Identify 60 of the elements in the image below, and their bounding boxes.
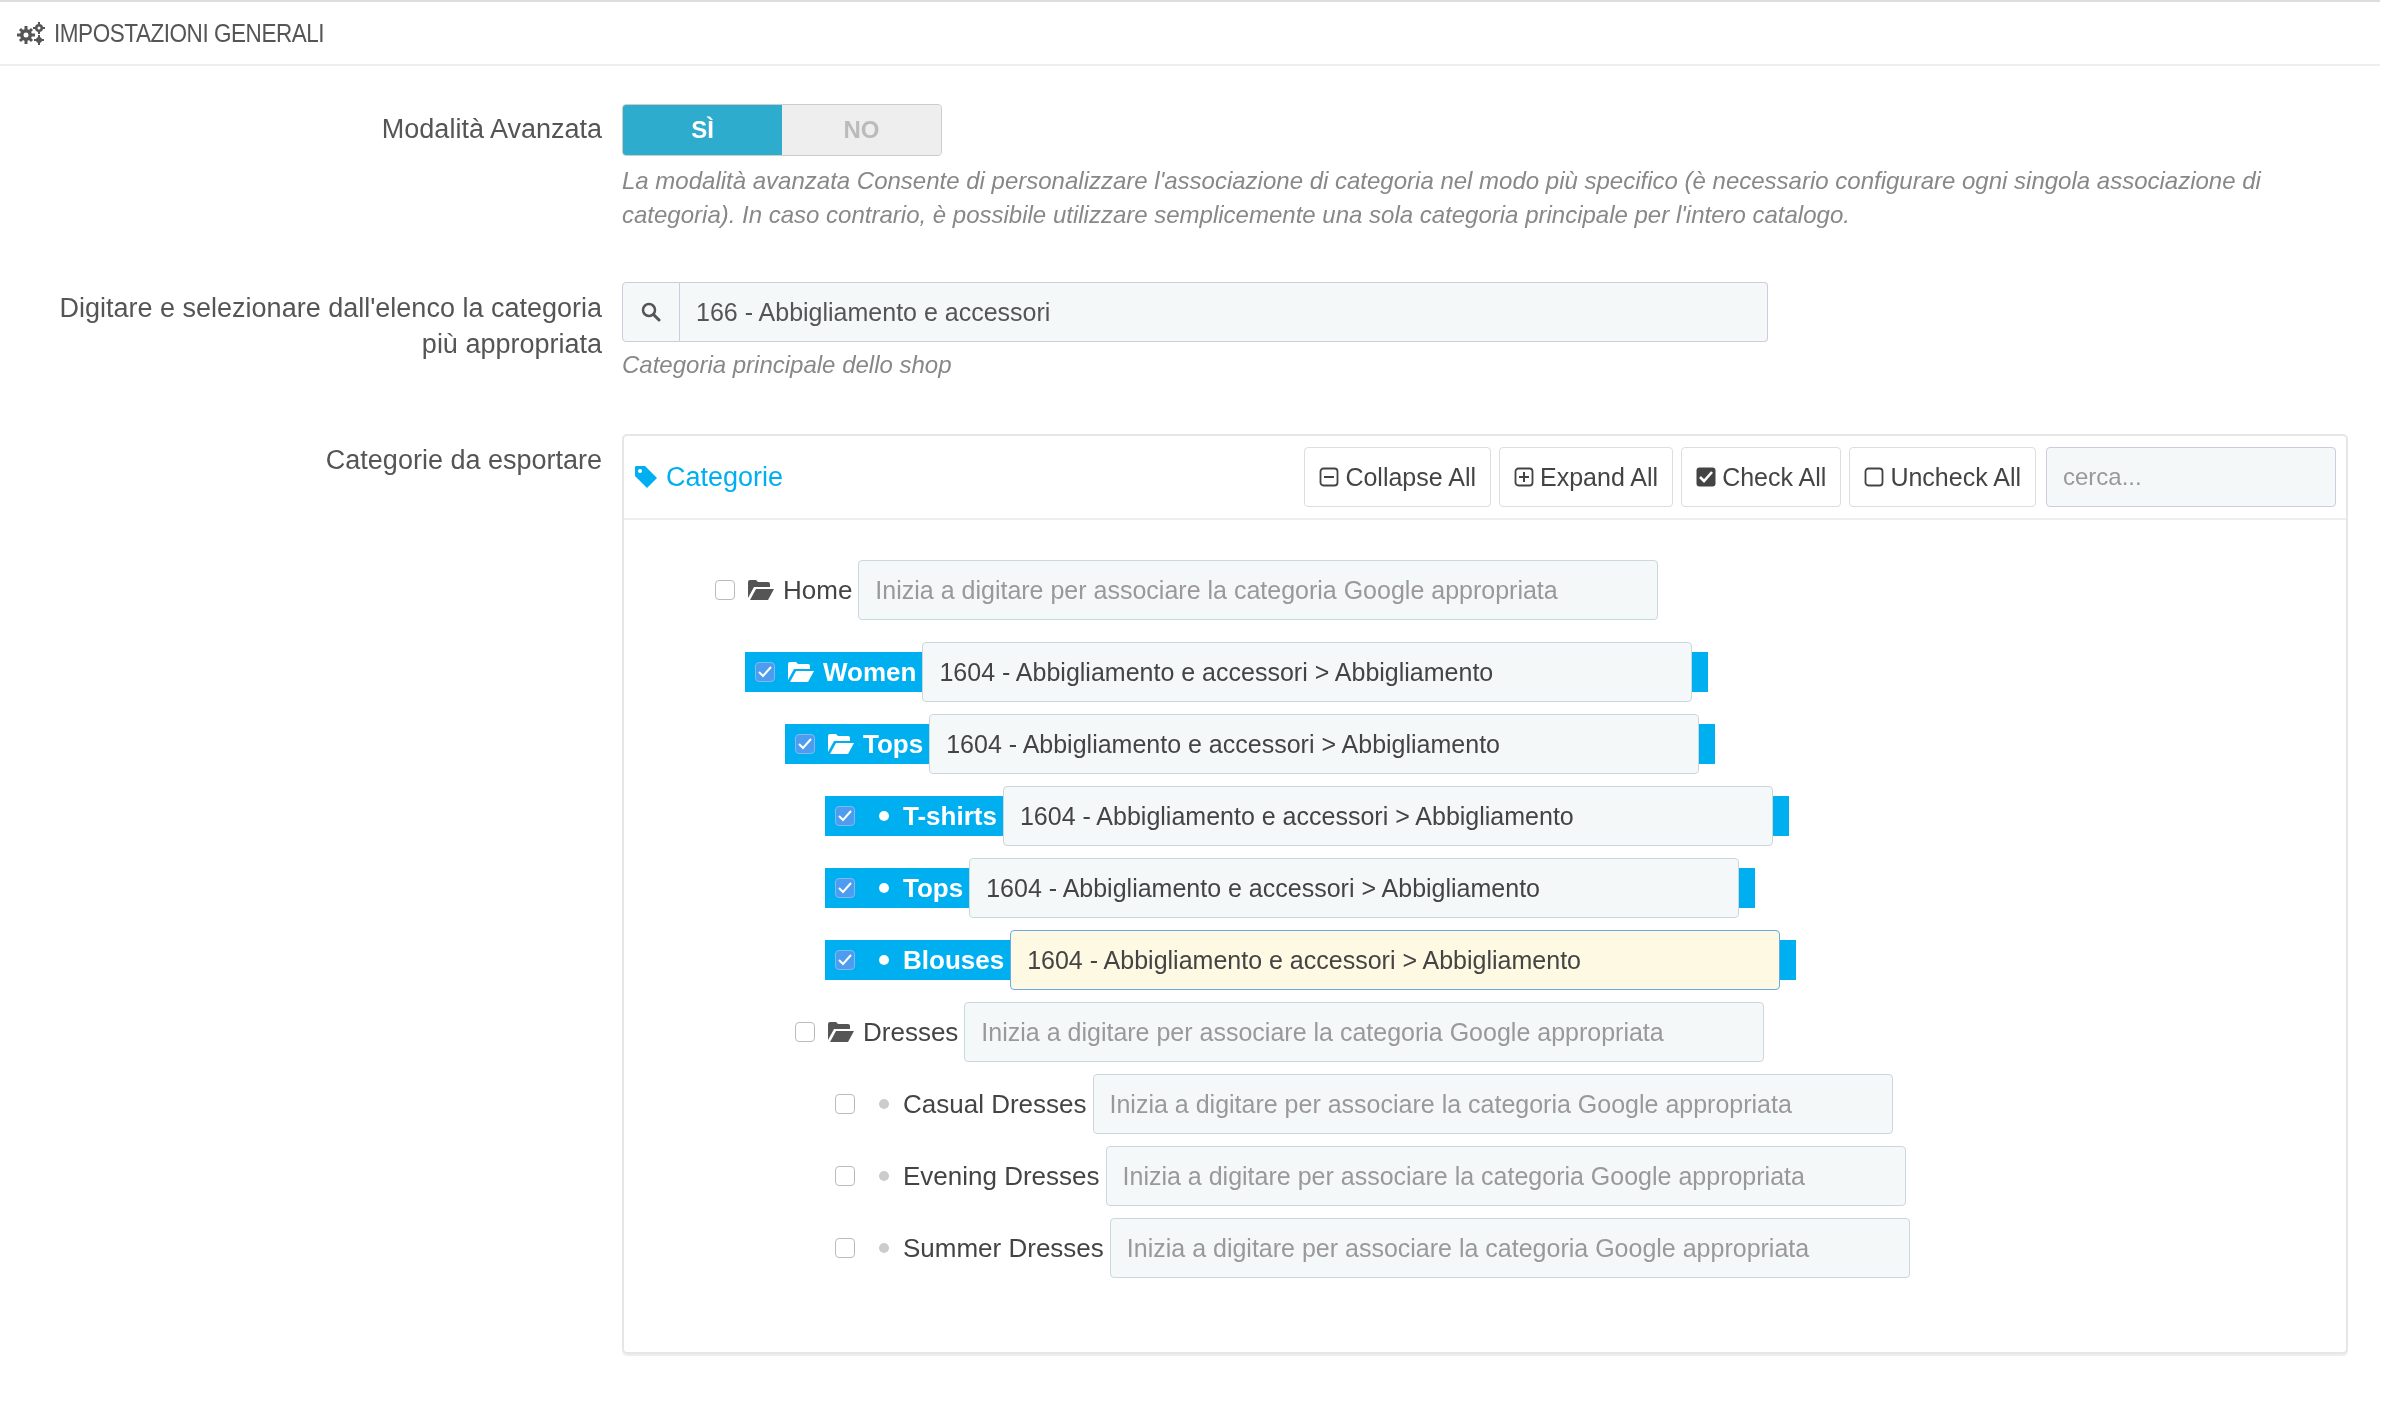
bullet-icon [879,811,889,821]
category-name: Home [783,574,853,606]
help-text: Categoria principale dello shop [622,350,953,380]
category-name: Dresses [863,1016,959,1048]
bullet-icon [879,955,889,965]
bullet-icon [879,1243,889,1253]
google-category-field[interactable]: 1604 - Abbigliamento e accessori > Abbigliamento [929,714,1700,774]
folder-open-icon [787,661,815,683]
folder-open-icon [747,579,775,601]
bullet-icon [879,1099,889,1109]
checkbox[interactable] [835,806,855,826]
field-label: Categorie da esportare [324,444,602,477]
checkbox[interactable] [835,878,855,898]
search-icon [641,302,661,322]
category-name: Women [823,656,917,688]
toolbar-button[interactable]: Collapse All [1304,447,1491,507]
category-name: Summer Dresses [903,1232,1104,1264]
google-category-field[interactable]: Inizia a digitare per associare la categoria Google appropriata [1105,1146,1906,1206]
category-name: Tops [903,872,964,904]
category-name: Evening Dresses [903,1160,1100,1192]
category-name: Casual Dresses [903,1088,1087,1120]
folder-open-icon [827,733,855,755]
tree-search-field[interactable]: cerca... [2046,447,2336,507]
google-category-field[interactable]: 1604 - Abbigliamento e accessori > Abbigliamento [1002,786,1773,846]
checkbox[interactable] [755,662,775,682]
tag-icon [634,465,658,489]
category-name: T-shirts [903,800,997,832]
checkbox[interactable] [795,1022,815,1042]
category-name: Blouses [903,944,1005,976]
section-title: IMPOSTAZIONI GENERALI [54,18,325,48]
google-category-field[interactable]: Inizia a digitare per associare la categoria Google appropriata [1092,1074,1893,1134]
toolbar-button[interactable]: Check All [1681,447,1842,507]
checked-box-icon [1696,467,1717,487]
checkbox[interactable] [835,1238,855,1258]
google-category-field[interactable]: Inizia a digitare per associare la categoria Google appropriata [1109,1218,1910,1278]
google-category-field[interactable]: Inizia a digitare per associare la categoria Google appropriata [858,560,1659,620]
category-name: Tops [863,728,924,760]
empty-box-icon [1864,467,1885,487]
google-category-field[interactable]: 1604 - Abbigliamento e accessori > Abbigliamento [922,642,1693,702]
category-search-field[interactable]: 166 - Abbigliamento e accessori [680,282,1768,342]
checkbox[interactable] [835,1094,855,1114]
plus-square-icon [1514,467,1534,487]
checkbox[interactable] [715,580,735,600]
google-category-field[interactable]: Inizia a digitare per associare la categoria Google appropriata [964,1002,1765,1062]
help-text: La modalità avanzata Consente di personalizzare l'associazione di categoria nel modo più specifico (è necessario configurare ogni singola associazione di categoria). In caso contrario, è possibile utilizzare semplicemente una sola categoria principale per l'intero catalogo. [622,166,2263,230]
toolbar-button[interactable]: Expand All [1499,447,1674,507]
field-label: Digitare e selezionare dall'elenco la categoria più appropriata [58,292,602,361]
bullet-icon [879,883,889,893]
google-category-field[interactable]: 1604 - Abbigliamento e accessori > Abbigliamento [1010,930,1781,990]
panel-title: Categorie [666,461,784,493]
bullet-icon [879,1171,889,1181]
checkbox[interactable] [835,1166,855,1186]
gears-icon [16,21,46,45]
google-category-field[interactable]: 1604 - Abbigliamento e accessori > Abbigliamento [969,858,1740,918]
field-label: Modalità Avanzata [380,113,602,146]
checkbox[interactable] [795,734,815,754]
minus-square-icon [1319,467,1340,487]
checkbox[interactable] [835,950,855,970]
toolbar-button[interactable]: Uncheck All [1849,447,2036,507]
folder-open-icon [827,1021,855,1043]
